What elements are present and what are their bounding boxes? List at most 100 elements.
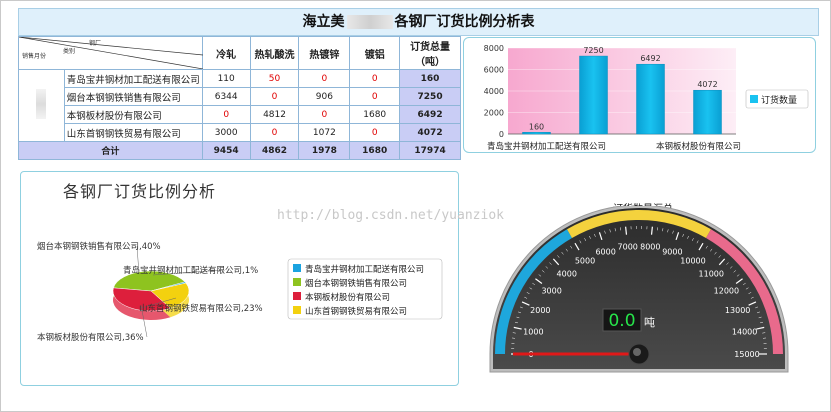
total-cell: 4072 bbox=[399, 123, 461, 142]
legend-swatch bbox=[293, 278, 301, 286]
slice-callout-label: 青岛宝井钢材加工配送有限公司,1% bbox=[123, 265, 258, 276]
gauge-tick-label: 15000 bbox=[734, 350, 759, 359]
diagonal-lines bbox=[19, 37, 203, 69]
legend-label: 本钢板材股份有限公司 bbox=[305, 292, 390, 303]
pie-chart-panel: 各钢厂订货比例分析 烟台本钢钢铁销售有限公司,40% 青岛宝井钢材加工配送有限公司… bbox=[20, 171, 459, 386]
gauge-tick bbox=[625, 226, 628, 235]
redacted-title-part bbox=[346, 15, 393, 29]
order-table: 钢厂 类别 销售月份 冷轧 热轧酸洗 热镀锌 镀铝 订货总量（吨） 青岛宝井钢材… bbox=[18, 36, 461, 160]
legend-swatch bbox=[293, 264, 301, 272]
table-diagonal-header: 钢厂 类别 销售月份 bbox=[18, 36, 203, 70]
gauge-tick-label: 4000 bbox=[557, 270, 577, 279]
gauge-tick-label: 13000 bbox=[725, 306, 750, 315]
gauge-tick-label: 8000 bbox=[640, 243, 660, 252]
legend-label: 订货数量 bbox=[761, 94, 797, 106]
company-cell: 本钢板材股份有限公司 bbox=[63, 105, 203, 124]
col-header: 热镀锌 bbox=[298, 36, 351, 70]
legend-swatch bbox=[293, 306, 301, 314]
sum-cell: 17974 bbox=[399, 141, 461, 160]
value-cell: 1680 bbox=[349, 105, 401, 124]
table-row: 烟台本钢钢铁销售有限公司 6344 0 906 0 7250 bbox=[19, 87, 461, 106]
header-mid-label: 类别 bbox=[63, 48, 76, 55]
value-cell: 906 bbox=[298, 87, 351, 106]
gauge-hub-highlight bbox=[633, 348, 641, 356]
y-tick-label: 8000 bbox=[484, 44, 504, 53]
legend-swatch bbox=[750, 95, 758, 103]
bar bbox=[636, 63, 665, 135]
sum-cell: 1978 bbox=[298, 141, 351, 160]
month-cell bbox=[18, 69, 65, 142]
legend-swatch bbox=[293, 292, 301, 300]
sum-cell: 4862 bbox=[249, 141, 300, 160]
pie-chart: 烟台本钢钢铁销售有限公司,40% 青岛宝井钢材加工配送有限公司,1% 山东首钢钢铁贸… bbox=[37, 241, 443, 343]
gauge-tick bbox=[650, 226, 653, 235]
gauge-tick-label: 7000 bbox=[618, 243, 638, 252]
total-cell: 7250 bbox=[399, 87, 461, 106]
header-left-label: 销售月份 bbox=[22, 53, 47, 60]
y-tick-label: 0 bbox=[499, 130, 504, 139]
data-label: 6492 bbox=[640, 54, 660, 63]
y-tick-label: 2000 bbox=[484, 109, 504, 118]
page-title: 海立美 各钢厂订货比例分析表 bbox=[18, 8, 819, 36]
gauge-tick-label: 14000 bbox=[732, 328, 757, 337]
page-title-left: 海立美 bbox=[302, 14, 345, 30]
table-row: 本钢板材股份有限公司 0 4812 0 1680 6492 bbox=[19, 105, 461, 124]
total-cell: 6492 bbox=[399, 105, 461, 124]
value-cell: 110 bbox=[201, 69, 251, 88]
total-cell: 160 bbox=[399, 69, 461, 88]
legend-label: 青岛宝井钢材加工配送有限公司 bbox=[305, 264, 424, 275]
value-cell: 1072 bbox=[298, 123, 351, 142]
legend-label: 山东首钢钢铁贸易有限公司 bbox=[305, 306, 407, 317]
value-cell: 0 bbox=[349, 123, 401, 142]
slice-callout-label: 本钢板材股份有限公司,36% bbox=[37, 332, 144, 343]
table-row: 山东首钢钢铁贸易有限公司 3000 0 1072 0 4072 bbox=[19, 123, 461, 142]
redacted-month bbox=[36, 89, 47, 119]
gauge-tick-label: 9000 bbox=[662, 247, 682, 256]
col-header: 冷轧 bbox=[201, 36, 251, 70]
value-cell: 0 bbox=[298, 69, 351, 88]
gauge-chart: 0100020003000400050006000700080009000100… bbox=[489, 206, 789, 373]
col-header: 镀铝 bbox=[349, 36, 401, 70]
company-cell: 山东首钢钢铁贸易有限公司 bbox=[63, 123, 203, 142]
bar bbox=[693, 89, 722, 135]
page-title-right: 各钢厂订货比例分析表 bbox=[394, 14, 535, 30]
gauge-tick-label: 1000 bbox=[523, 328, 543, 337]
header-top-label: 钢厂 bbox=[89, 40, 102, 47]
value-cell: 4812 bbox=[249, 105, 300, 124]
sum-cell: 9454 bbox=[201, 141, 251, 160]
value-cell: 0 bbox=[349, 69, 401, 88]
gauge-readout-value: 0.0 bbox=[608, 311, 635, 331]
data-label: 7250 bbox=[583, 46, 603, 55]
x-tick-label: 青岛宝井钢材加工配送有限公司 bbox=[487, 141, 606, 152]
company-cell: 烟台本钢钢铁销售有限公司 bbox=[63, 87, 203, 106]
table-header-row: 钢厂 类别 销售月份 冷轧 热轧酸洗 热镀锌 镀铝 订货总量（吨） bbox=[18, 36, 461, 70]
value-cell: 0 bbox=[249, 87, 300, 106]
gauge-tick-label: 6000 bbox=[595, 247, 615, 256]
y-tick-label: 6000 bbox=[484, 66, 504, 75]
gauge-tick-label: 2000 bbox=[530, 306, 550, 315]
col-header: 订货总量（吨） bbox=[399, 36, 461, 70]
gauge-tick-label: 12000 bbox=[714, 287, 739, 296]
value-cell: 50 bbox=[249, 69, 300, 88]
slice-callout-label: 烟台本钢钢铁销售有限公司,40% bbox=[37, 241, 161, 252]
table-row: 青岛宝井钢材加工配送有限公司 110 50 0 0 160 bbox=[18, 69, 461, 142]
col-header: 热轧酸洗 bbox=[249, 36, 300, 70]
gauge-tick-label: 3000 bbox=[541, 287, 561, 296]
sum-label: 合计 bbox=[18, 141, 203, 160]
gauge-tick-label: 10000 bbox=[680, 256, 705, 265]
gauge-tick-label: 5000 bbox=[575, 256, 595, 265]
watermark: http://blog.csdn.net/yuanziok bbox=[277, 208, 504, 223]
company-cell: 青岛宝井钢材加工配送有限公司 bbox=[63, 69, 203, 88]
value-cell: 3000 bbox=[201, 123, 251, 142]
value-cell: 0 bbox=[249, 123, 300, 142]
data-label: 4072 bbox=[697, 80, 717, 89]
bar-chart-panel: 0 2000 4000 6000 8000 160 7250 6492 4072 青岛宝井钢材加工… bbox=[463, 37, 816, 153]
data-label: 160 bbox=[529, 122, 544, 131]
y-tick-label: 4000 bbox=[484, 87, 504, 96]
value-cell: 0 bbox=[201, 105, 251, 124]
sum-cell: 1680 bbox=[349, 141, 401, 160]
x-tick-label: 本钢板材股份有限公司 bbox=[656, 141, 741, 152]
legend-label: 烟台本钢钢铁销售有限公司 bbox=[305, 278, 407, 289]
bar bbox=[579, 55, 608, 135]
value-cell: 0 bbox=[349, 87, 401, 106]
